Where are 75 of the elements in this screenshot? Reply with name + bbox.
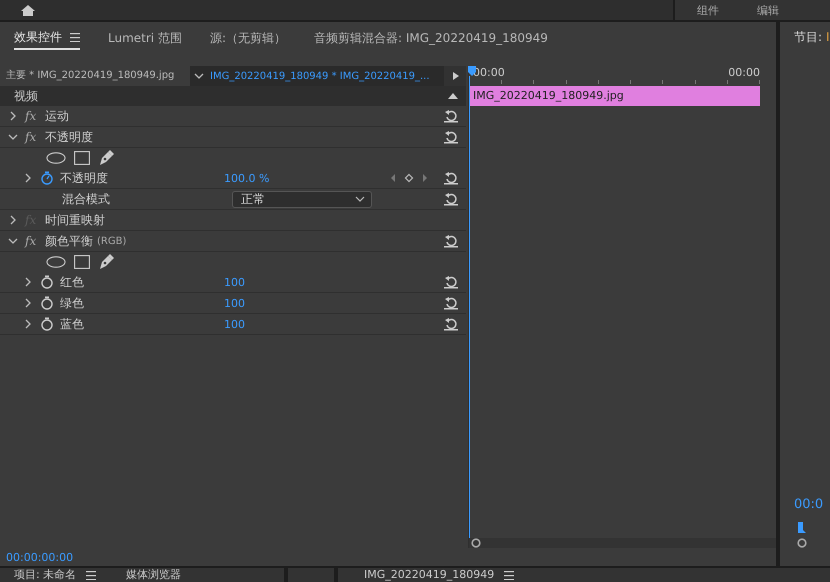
stopwatch-icon[interactable] — [40, 317, 54, 331]
ellipse-mask-icon[interactable] — [46, 256, 66, 268]
menu-icon[interactable] — [504, 570, 514, 580]
collapse-chevron-icon[interactable] — [8, 132, 18, 142]
panel-tab[interactable]: 源:（无剪辑） — [210, 25, 286, 49]
zoom-scrollbar[interactable] — [469, 538, 776, 548]
sequence-clip-dropdown[interactable]: IMG_20220419_180949 * IMG_20220419_... — [190, 66, 444, 86]
workspace-tab[interactable]: 组件 — [697, 2, 719, 18]
master-clip-label: 主要 * IMG_20220419_180949.jpg — [0, 66, 190, 86]
workspace-tab[interactable]: 编辑 — [757, 2, 779, 18]
panel-tab[interactable]: 媒体浏览器 — [126, 568, 182, 582]
expand-chevron-icon[interactable] — [23, 173, 33, 183]
panel-tab[interactable]: IMG_20220419_180949 — [364, 568, 514, 582]
collapse-triangle-icon[interactable] — [448, 93, 458, 99]
expand-chevron-icon[interactable] — [23, 277, 33, 287]
effect-name: 时间重映射 — [45, 212, 105, 228]
ruler-time: 00:00 — [728, 66, 760, 79]
collapse-chevron-icon[interactable] — [8, 236, 18, 246]
menu-icon[interactable] — [70, 32, 80, 42]
reset-icon[interactable] — [444, 130, 458, 144]
parameter-name: 混合模式 — [62, 190, 111, 208]
panel-tab[interactable]: 节目: I — [794, 22, 830, 52]
parameter-name: 蓝色 — [60, 316, 85, 332]
zoom-handle-icon[interactable] — [797, 538, 807, 548]
clip-bar[interactable]: IMG_20220419_180949.jpg — [469, 86, 760, 106]
play-icon[interactable] — [452, 71, 460, 81]
parameter-value[interactable]: 100 — [224, 318, 384, 330]
effect-name: 运动 — [45, 108, 69, 124]
pen-icon[interactable] — [98, 254, 114, 270]
blend-mode-dropdown[interactable]: 正常 — [232, 190, 372, 208]
zoom-handle-icon[interactable] — [471, 538, 481, 548]
expand-chevron-icon[interactable] — [8, 215, 18, 225]
reset-icon[interactable] — [444, 192, 458, 206]
expand-chevron-icon[interactable] — [23, 319, 33, 329]
parameter-value[interactable]: 100 — [224, 296, 384, 310]
panel-tab[interactable]: 项目: 未命名 — [14, 568, 96, 582]
panel-tab[interactable]: Lumetri 范围 — [108, 25, 182, 49]
expand-chevron-icon[interactable] — [8, 111, 18, 121]
reset-icon[interactable] — [444, 296, 458, 310]
playhead-icon[interactable] — [797, 522, 807, 534]
section-title: 视频 — [14, 88, 38, 104]
stopwatch-icon[interactable] — [40, 275, 54, 289]
timecode[interactable]: 00:00:00:00 — [6, 550, 74, 564]
reset-icon[interactable] — [444, 275, 458, 289]
timecode[interactable]: 00:0 — [794, 497, 830, 512]
effect-badge-icon[interactable]: fx — [25, 234, 45, 248]
expand-chevron-icon[interactable] — [23, 298, 33, 308]
stopwatch-icon[interactable] — [40, 171, 54, 185]
effect-badge-icon[interactable]: fx — [25, 109, 45, 123]
menu-icon[interactable] — [86, 570, 96, 580]
panel-tab[interactable]: 音频剪辑混合器: IMG_20220419_180949 — [314, 25, 548, 49]
effect-suffix: (RGB) — [97, 236, 126, 246]
parameter-value[interactable]: 100 — [224, 276, 384, 288]
reset-icon[interactable] — [444, 234, 458, 248]
reset-icon[interactable] — [444, 109, 458, 123]
rectangle-mask-icon[interactable] — [74, 255, 90, 269]
pen-icon[interactable] — [98, 150, 114, 166]
reset-icon[interactable] — [444, 317, 458, 331]
stopwatch-icon[interactable] — [40, 296, 54, 310]
caret-icon — [355, 194, 365, 204]
rectangle-mask-icon[interactable] — [74, 151, 90, 165]
reset-icon[interactable] — [444, 171, 458, 185]
parameter-name: 绿色 — [60, 294, 85, 312]
parameter-value[interactable]: 100.0 % — [224, 172, 384, 184]
parameter-name: 不透明度 — [60, 170, 109, 186]
keyframe-navigator-icon[interactable] — [390, 173, 428, 183]
effect-name: 颜色平衡 — [45, 232, 93, 250]
panel-tab[interactable]: 效果控件 — [14, 24, 80, 50]
playhead-icon[interactable] — [468, 66, 476, 76]
home-icon[interactable] — [20, 4, 36, 16]
effect-name: 不透明度 — [45, 128, 93, 146]
effect-badge-icon[interactable]: fx — [25, 130, 45, 144]
ellipse-mask-icon[interactable] — [46, 152, 66, 164]
caret-icon — [194, 71, 204, 81]
parameter-name: 红色 — [60, 274, 85, 290]
